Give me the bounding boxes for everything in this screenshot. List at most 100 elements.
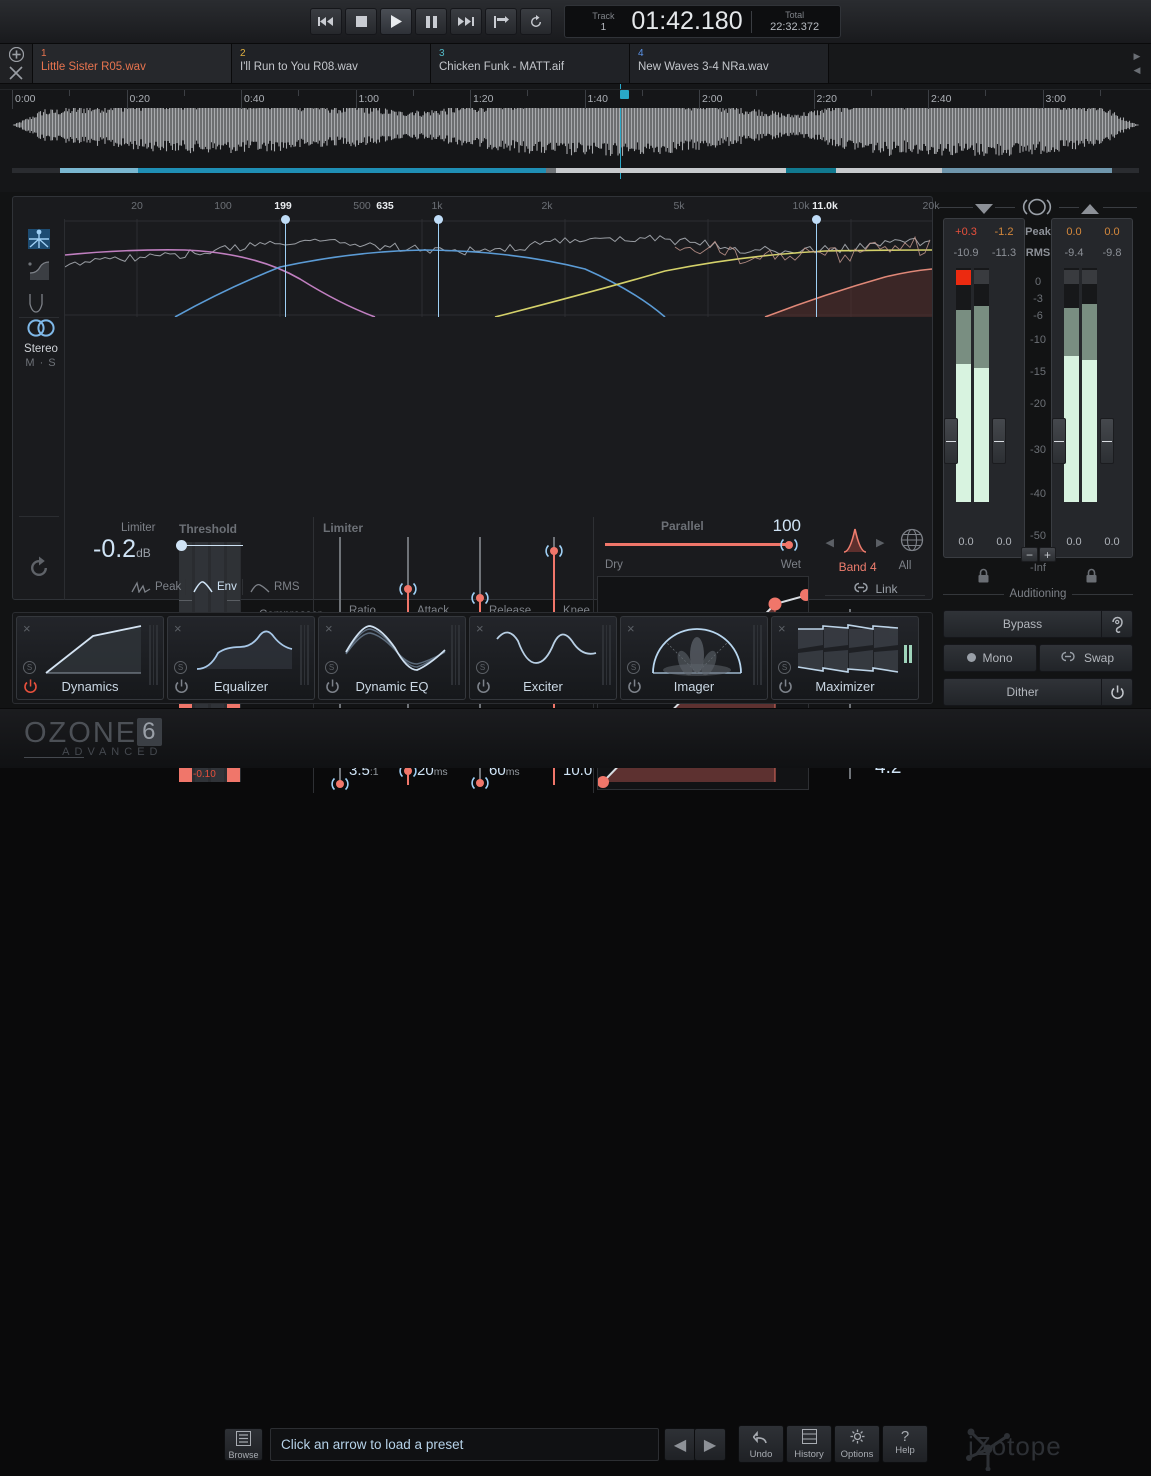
range-bar[interactable] xyxy=(12,168,1139,173)
detection-mode-rms[interactable]: RMS xyxy=(250,581,300,593)
module-close-icon[interactable]: × xyxy=(778,621,786,636)
module-close-icon[interactable]: × xyxy=(627,621,635,636)
parallel-slider-track[interactable] xyxy=(605,543,791,546)
preset-field[interactable]: Click an arrow to load a preset xyxy=(270,1428,659,1461)
close-icon[interactable] xyxy=(5,64,27,82)
module-close-icon[interactable]: × xyxy=(174,621,182,636)
module-meter-bars xyxy=(149,625,158,685)
output-trim-value[interactable]: 0.0 xyxy=(1057,536,1091,548)
spectrum-display[interactable] xyxy=(65,219,932,317)
module-solo-icon[interactable]: S xyxy=(174,661,187,674)
module-solo-icon[interactable]: S xyxy=(627,661,640,674)
triangle-right-icon: ▶ xyxy=(704,1435,716,1455)
help-button[interactable]: ? Help xyxy=(882,1425,928,1463)
module-exciter[interactable]: ×SExciter xyxy=(469,616,617,700)
parallel-slider-handle[interactable] xyxy=(779,535,799,555)
output-lock-icon[interactable] xyxy=(1085,568,1098,588)
stop-button[interactable] xyxy=(345,8,377,35)
triangle-right-icon[interactable]: ▶ xyxy=(876,536,884,549)
stereo-mode-selector[interactable]: Stereo M · S xyxy=(19,319,63,369)
meter-link-icon[interactable] xyxy=(1019,198,1055,221)
compressor-ratio-knob[interactable] xyxy=(330,774,350,794)
loop-button[interactable] xyxy=(520,8,552,35)
module-dynamics[interactable]: ×SDynamics xyxy=(16,616,164,700)
module-pause-icon[interactable] xyxy=(904,645,912,663)
module-solo-icon[interactable]: S xyxy=(23,661,36,674)
band-link-toggle[interactable]: Link xyxy=(819,582,931,596)
module-close-icon[interactable]: × xyxy=(476,621,484,636)
undo-button[interactable]: Undo xyxy=(738,1425,784,1463)
meter-zoom-in-button[interactable]: + xyxy=(1039,547,1056,562)
swap-button[interactable]: Swap xyxy=(1039,644,1133,672)
playhead-marker[interactable] xyxy=(620,90,629,99)
forward-button[interactable] xyxy=(450,8,482,35)
dynamics-main-panel: 201001995006351k2k5k10k11.0k20k xyxy=(12,196,933,600)
module-maximizer[interactable]: ×SMaximizer xyxy=(771,616,919,700)
options-button[interactable]: Options xyxy=(834,1425,880,1463)
next-preset-button[interactable]: ▶ xyxy=(694,1428,726,1461)
limiter-threshold-value[interactable]: -0.2dB xyxy=(93,535,151,564)
crossover-handle-635[interactable] xyxy=(438,219,439,317)
meter-zoom-out-button[interactable]: − xyxy=(1021,547,1038,562)
module-solo-icon[interactable]: S xyxy=(476,661,489,674)
timeline-ruler[interactable]: 0:000:200:401:001:201:402:002:202:403:00 xyxy=(0,89,1151,108)
reset-icon[interactable] xyxy=(25,554,53,582)
prev-preset-button[interactable]: ◀ xyxy=(664,1428,696,1461)
input-lock-icon[interactable] xyxy=(977,568,990,588)
eq-view-icon[interactable] xyxy=(25,257,53,285)
dynamics-view-icon[interactable] xyxy=(25,225,53,253)
limiter-release-knob[interactable] xyxy=(470,588,490,608)
all-bands-label[interactable]: All xyxy=(899,560,912,574)
rewind-button[interactable] xyxy=(310,8,342,35)
export-button[interactable] xyxy=(485,8,517,35)
input-trim-value[interactable]: 0.0 xyxy=(949,536,983,548)
crossover-handle-199[interactable] xyxy=(285,219,286,317)
history-button[interactable]: History xyxy=(786,1425,832,1463)
filter-view-icon[interactable] xyxy=(25,289,53,317)
detection-mode-env[interactable]: Env xyxy=(193,581,237,593)
output-trim-slider[interactable] xyxy=(1100,418,1114,464)
module-solo-icon[interactable]: S xyxy=(778,661,791,674)
dither-power-icon[interactable] xyxy=(1101,678,1133,706)
track-tab[interactable]: 4New Waves 3-4 NRa.wav xyxy=(630,44,829,83)
track-tab[interactable]: 3Chicken Funk - MATT.aif xyxy=(431,44,630,83)
triangle-up-icon[interactable] xyxy=(1081,201,1099,219)
output-trim-value[interactable]: 0.0 xyxy=(1095,536,1129,548)
crossover-handle-11k[interactable] xyxy=(816,219,817,317)
input-trim-value[interactable]: 0.0 xyxy=(987,536,1021,548)
browse-button[interactable]: Browse xyxy=(224,1428,263,1461)
triangle-left-icon[interactable]: ◀ xyxy=(826,536,834,549)
bypass-ear-icon[interactable] xyxy=(1101,610,1133,638)
limiter-attack-knob[interactable] xyxy=(398,579,418,599)
pause-button[interactable] xyxy=(415,8,447,35)
triangle-down-icon[interactable] xyxy=(975,201,993,219)
limiter-threshold-handle[interactable] xyxy=(176,540,187,551)
input-trim-slider[interactable] xyxy=(944,418,958,464)
track-tab[interactable]: 1Little Sister R05.wav xyxy=(33,44,232,83)
band-label[interactable]: Band 4 xyxy=(839,560,877,574)
module-imager[interactable]: ×SImager xyxy=(620,616,768,700)
play-button[interactable] xyxy=(380,8,412,35)
detection-mode-peak[interactable]: Peak xyxy=(131,581,181,593)
bypass-button[interactable]: Bypass xyxy=(943,610,1101,638)
module-solo-icon[interactable]: S xyxy=(325,661,338,674)
dither-button[interactable]: Dither xyxy=(943,678,1101,706)
output-trim-slider[interactable] xyxy=(1052,418,1066,464)
module-dynamic-eq[interactable]: ×SDynamic EQ xyxy=(318,616,466,700)
current-time[interactable]: 01:42.180 xyxy=(631,7,742,36)
track-tab[interactable]: 2I'll Run to You R08.wav xyxy=(232,44,431,83)
module-equalizer[interactable]: ×SEqualizer xyxy=(167,616,315,700)
module-close-icon[interactable]: × xyxy=(23,621,31,636)
input-clip-indicator[interactable] xyxy=(956,270,971,285)
mono-button[interactable]: Mono xyxy=(943,644,1037,672)
parallel-value[interactable]: 100 xyxy=(773,516,801,536)
globe-icon[interactable] xyxy=(900,528,924,557)
ms-label[interactable]: M · S xyxy=(19,357,63,369)
limiter-knee-knob[interactable] xyxy=(544,541,564,561)
input-trim-slider[interactable] xyxy=(992,418,1006,464)
chevron-right-icon[interactable]: ▶ xyxy=(1134,51,1141,62)
plus-icon[interactable] xyxy=(5,45,27,63)
module-close-icon[interactable]: × xyxy=(325,621,333,636)
chevron-left-icon[interactable]: ◀ xyxy=(1134,65,1141,76)
compressor-release-knob[interactable] xyxy=(470,773,490,793)
